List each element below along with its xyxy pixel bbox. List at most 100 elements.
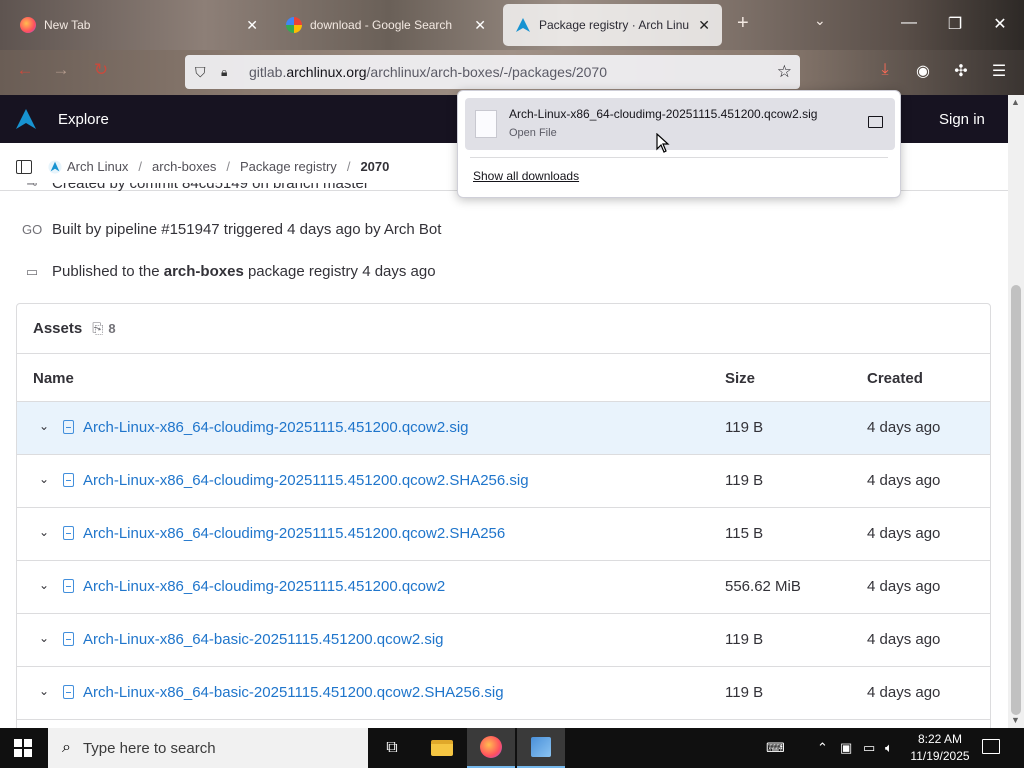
- asset-size: 119 B: [725, 472, 764, 489]
- breadcrumb-arch-boxes[interactable]: arch-boxes: [152, 159, 216, 174]
- published-project-link[interactable]: arch-boxes: [164, 263, 244, 280]
- assets-count: 8: [108, 321, 116, 336]
- clock-date: 11/19/2025: [910, 749, 970, 763]
- file-icon: [475, 110, 497, 138]
- show-hidden-icons-icon[interactable]: ⌃: [817, 740, 828, 756]
- search-icon: ⌕: [62, 739, 71, 756]
- sidebar-toggle-icon[interactable]: [16, 159, 32, 174]
- explore-link[interactable]: Explore: [58, 111, 109, 128]
- published-suffix: package registry 4 days ago: [247, 263, 436, 280]
- table-row[interactable]: ⌄ Arch-Linux-x86_64-cloudimg-20251115.45…: [17, 455, 990, 508]
- chevron-down-icon[interactable]: ⌄: [39, 472, 49, 486]
- breadcrumb-arch-linux[interactable]: Arch Linux: [67, 159, 128, 174]
- downloads-icon[interactable]: ⤓: [873, 61, 897, 79]
- chevron-down-icon[interactable]: ⌄: [39, 578, 49, 592]
- notification-center-icon[interactable]: [982, 739, 1000, 754]
- menu-icon[interactable]: ☰: [987, 61, 1011, 81]
- maximize-icon[interactable]: ❐: [943, 14, 967, 34]
- asset-file-link[interactable]: Arch-Linux-x86_64-basic-20251115.451200.…: [83, 684, 504, 701]
- asset-file-link[interactable]: Arch-Linux-x86_64-cloudimg-20251115.4512…: [83, 525, 505, 542]
- url-bar[interactable]: ⛉ 🔒︎ gitlab.archlinux.org/archlinux/arch…: [185, 55, 800, 89]
- chevron-down-icon[interactable]: ⌄: [39, 631, 49, 645]
- chevron-down-icon[interactable]: ⌄: [39, 419, 49, 433]
- taskbar-search-box[interactable]: ⌕ Type here to search: [48, 728, 368, 768]
- reload-icon[interactable]: ↻: [88, 60, 114, 80]
- extensions-icon[interactable]: ✣: [949, 61, 973, 81]
- published-prefix: Published to the: [52, 263, 160, 280]
- table-row[interactable]: ⌄ Arch-Linux-x86_64-cloudimg-20251115.45…: [17, 402, 990, 455]
- asset-file-link[interactable]: Arch-Linux-x86_64-cloudimg-20251115.4512…: [83, 419, 469, 436]
- tab-google-search[interactable]: download - Google Search ✕: [274, 4, 498, 46]
- network-icon[interactable]: ▭: [863, 740, 875, 756]
- mouse-cursor-icon: [656, 133, 670, 153]
- minimize-icon[interactable]: —: [897, 14, 921, 32]
- scroll-down-icon[interactable]: ▼: [1011, 715, 1020, 725]
- built-by-pipeline: GO Built by pipeline #151947 triggered 4…: [22, 221, 441, 238]
- breadcrumb-package-registry[interactable]: Package registry: [240, 159, 337, 174]
- volume-muted-icon[interactable]: 🔈︎: [885, 740, 893, 756]
- asset-size: 556.62 MiB: [725, 578, 801, 595]
- table-header: Name Size Created: [17, 354, 990, 402]
- firefox-icon: [20, 17, 36, 33]
- sign-in-link[interactable]: Sign in: [939, 111, 985, 128]
- arch-logo-icon[interactable]: [14, 107, 38, 131]
- download-status: Open File: [509, 127, 557, 139]
- asset-file-link[interactable]: Arch-Linux-x86_64-cloudimg-20251115.4512…: [83, 578, 445, 595]
- chevron-down-icon[interactable]: ⌄: [39, 525, 49, 539]
- keyboard-icon[interactable]: ⌨: [766, 740, 785, 756]
- close-window-icon[interactable]: ✕: [988, 14, 1012, 34]
- tab-package-registry[interactable]: Package registry · Arch Linux / a ✕: [503, 4, 722, 46]
- scrollbar-thumb[interactable]: [1011, 285, 1021, 715]
- task-view-icon[interactable]: ⧉: [368, 728, 416, 768]
- table-row[interactable]: ⌄ Arch-Linux-x86_64-basic-20251115.45120…: [17, 667, 990, 720]
- asset-file-link[interactable]: Arch-Linux-x86_64-basic-20251115.451200.…: [83, 631, 444, 648]
- new-tab-icon[interactable]: +: [737, 12, 749, 35]
- table-row[interactable]: ⌄ Arch-Linux-x86_64-cloudimg-20251115.45…: [17, 561, 990, 614]
- shield-icon[interactable]: ⛉: [195, 64, 213, 81]
- show-all-downloads-link[interactable]: Show all downloads: [473, 169, 579, 183]
- tab-label: New Tab: [44, 18, 91, 32]
- close-tab-icon[interactable]: ✕: [698, 17, 710, 34]
- divider: [470, 157, 888, 158]
- breadcrumb-separator: /: [226, 159, 230, 174]
- asset-file-link[interactable]: Arch-Linux-x86_64-cloudimg-20251115.4512…: [83, 472, 529, 489]
- download-filename: Arch-Linux-x86_64-cloudimg-20251115.4512…: [509, 107, 818, 121]
- control-panel-taskbar-icon[interactable]: [517, 728, 565, 768]
- asset-created: 4 days ago: [867, 419, 941, 436]
- file-icon: [63, 632, 74, 646]
- scroll-up-icon[interactable]: ▲: [1011, 97, 1020, 107]
- back-icon[interactable]: ←: [12, 60, 38, 80]
- file-icon: [63, 526, 74, 540]
- open-folder-icon[interactable]: [868, 116, 883, 128]
- google-icon: [286, 17, 302, 33]
- download-item[interactable]: Arch-Linux-x86_64-cloudimg-20251115.4512…: [465, 98, 895, 150]
- asset-created: 4 days ago: [867, 472, 941, 489]
- table-row[interactable]: ⌄ Arch-Linux-x86_64-cloudimg-20251115.45…: [17, 508, 990, 561]
- table-row[interactable]: ⌄ Arch-Linux-x86_64-basic-20251115.45120…: [17, 614, 990, 667]
- tab-new-tab[interactable]: New Tab ✕: [8, 4, 270, 46]
- pipeline-icon: GO: [22, 222, 43, 237]
- column-created: Created: [867, 370, 923, 387]
- close-tab-icon[interactable]: ✕: [246, 17, 258, 34]
- windows-start-icon[interactable]: [14, 739, 32, 757]
- firefox-taskbar-icon[interactable]: [467, 728, 515, 768]
- asset-created: 4 days ago: [867, 684, 941, 701]
- bookmark-star-icon[interactable]: ☆: [777, 62, 792, 82]
- page-scrollbar[interactable]: ▲ ▼: [1008, 95, 1024, 728]
- breadcrumb-current[interactable]: 2070: [360, 159, 389, 174]
- list-all-tabs-icon[interactable]: ⌄: [814, 12, 826, 29]
- forward-icon[interactable]: →: [48, 60, 74, 80]
- asset-size: 119 B: [725, 631, 764, 648]
- chevron-down-icon[interactable]: ⌄: [39, 684, 49, 698]
- file-explorer-icon[interactable]: [418, 728, 466, 768]
- package-icon: ▭: [25, 263, 39, 279]
- file-icon: [63, 579, 74, 593]
- tab-label: Package registry · Arch Linux / a: [539, 18, 689, 32]
- meet-now-icon[interactable]: ▣: [840, 740, 852, 756]
- system-clock[interactable]: 8:22 AM 11/19/2025: [906, 731, 974, 765]
- url-text[interactable]: gitlab.archlinux.org/archlinux/arch-boxe…: [249, 64, 607, 80]
- lock-icon[interactable]: 🔒︎: [221, 65, 239, 80]
- url-path: /archlinux/arch-boxes/-/packages/2070: [366, 64, 607, 80]
- close-tab-icon[interactable]: ✕: [474, 17, 486, 34]
- account-icon[interactable]: ◉: [911, 61, 935, 81]
